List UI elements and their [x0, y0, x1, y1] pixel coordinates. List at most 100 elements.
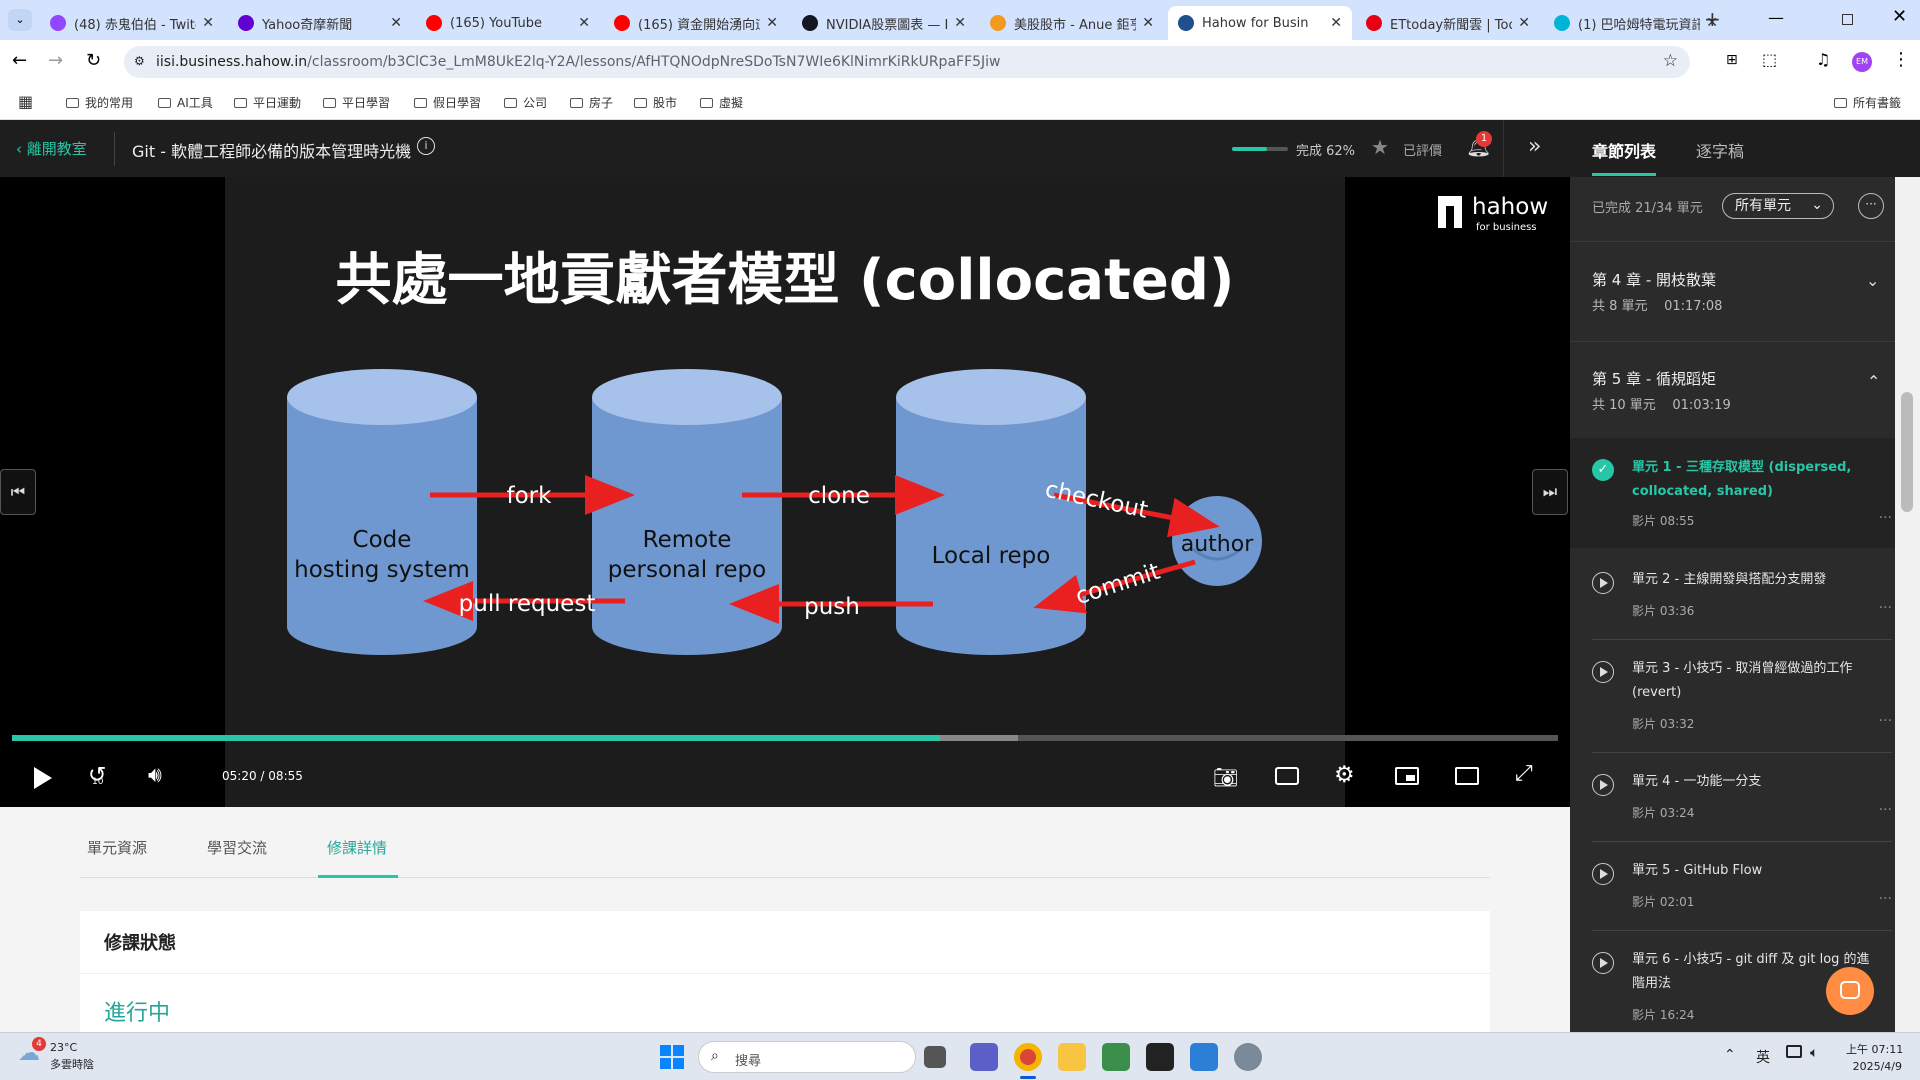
chat-support-button[interactable]: [1826, 967, 1874, 1015]
chapter-5[interactable]: 第 5 章 - 循規蹈矩 共 10 單元 01:03:19 ⌃: [1570, 342, 1920, 438]
network-icon[interactable]: [1786, 1045, 1802, 1058]
bookmark-folder[interactable]: 平日運動: [234, 94, 301, 111]
tab-close-icon[interactable]: ✕: [766, 15, 778, 31]
completed-count: 已完成 21/34 單元: [1592, 201, 1703, 216]
tab-close-icon[interactable]: ✕: [954, 15, 966, 31]
vscode-icon[interactable]: [1190, 1043, 1218, 1071]
browser-tab[interactable]: Yahoo奇摩新聞 ✕: [228, 6, 412, 40]
site-info-icon[interactable]: ⚙: [134, 54, 145, 68]
tab-close-icon[interactable]: ✕: [1142, 15, 1154, 31]
theater-mode-icon[interactable]: [1455, 767, 1479, 785]
weather-widget[interactable]: ☁ 4 23°C 多雲時陰: [18, 1037, 94, 1071]
restore-button[interactable]: [1842, 14, 1853, 25]
browser-tab[interactable]: 美股股市 - Anue 鉅亨 ✕: [980, 6, 1164, 40]
next-unit-button[interactable]: ⏭: [1532, 469, 1568, 515]
chrome-icon[interactable]: [1014, 1043, 1042, 1071]
fullscreen-icon[interactable]: ⤢: [1515, 761, 1533, 786]
unit-1[interactable]: ✓ 單元 1 - 三種存取模型 (dispersed, collocated, …: [1592, 456, 1892, 536]
tab-close-icon[interactable]: ✕: [1330, 15, 1342, 31]
tab-discussion[interactable]: 學習交流: [207, 837, 267, 858]
subtitles-icon[interactable]: [1275, 767, 1299, 785]
extensions-icon[interactable]: ⬚: [1762, 50, 1777, 69]
windows-start-icon[interactable]: [660, 1045, 684, 1069]
video-player[interactable]: 共處一地貢獻者模型 (collocated) Code hosting syst…: [0, 177, 1570, 807]
browser-tab[interactable]: (165) 資金開始湧向這 ✕: [604, 6, 788, 40]
all-bookmarks[interactable]: 所有書籤: [1834, 94, 1901, 111]
tab-search-button[interactable]: ⌄: [8, 9, 32, 31]
tab-close-icon[interactable]: ✕: [578, 15, 590, 31]
prev-unit-button[interactable]: ⏮: [0, 469, 36, 515]
browser-tab[interactable]: (165) YouTube ✕: [416, 6, 600, 40]
bookmark-folder[interactable]: 公司: [504, 94, 547, 111]
browser-tab[interactable]: (1) 巴哈姆特電玩資訊 ✕: [1544, 6, 1728, 40]
media-control-icon[interactable]: ♫: [1816, 50, 1830, 69]
collapse-sidebar-icon[interactable]: »: [1528, 134, 1541, 159]
speaker-icon[interactable]: 🔈︎: [1810, 1045, 1818, 1061]
unit-more-icon[interactable]: ···: [1879, 891, 1892, 907]
tab-resources[interactable]: 單元資源: [87, 837, 147, 858]
chapter-4[interactable]: 第 4 章 - 開枝散葉 共 8 單元 01:17:08 ⌄: [1570, 241, 1920, 341]
unit-filter-select[interactable]: 所有單元 ⌄: [1722, 193, 1834, 219]
clock[interactable]: 上午 07:11 2025/4/9: [1846, 1041, 1903, 1073]
sidebar-scrollbar[interactable]: [1895, 177, 1920, 1032]
file-explorer-icon[interactable]: [1058, 1043, 1086, 1071]
unit-2[interactable]: 單元 2 - 主線開發與搭配分支開發 影片 03:36 ···: [1592, 568, 1892, 628]
close-window-button[interactable]: ✕: [1892, 6, 1907, 27]
unit-more-icon[interactable]: ···: [1879, 510, 1892, 526]
picture-in-picture-icon[interactable]: [1395, 767, 1419, 785]
tab-close-icon[interactable]: ✕: [390, 15, 402, 31]
unit-3[interactable]: 單元 3 - 小技巧 - 取消曾經做過的工作 (revert) 影片 03:32…: [1592, 657, 1892, 737]
bookmark-folder[interactable]: AI工具: [158, 94, 213, 111]
bookmark-folder[interactable]: 平日學習: [323, 94, 390, 111]
unit-4[interactable]: 單元 4 - 一功能一分支 影片 03:24 ···: [1592, 770, 1892, 830]
bookmark-folder[interactable]: 假日學習: [414, 94, 481, 111]
settings-app-icon[interactable]: [1234, 1043, 1262, 1071]
tab-course-details[interactable]: 修課詳情: [327, 837, 387, 858]
tab-close-icon[interactable]: ✕: [1518, 15, 1530, 31]
unit-more-icon[interactable]: ···: [1879, 600, 1892, 616]
play-icon[interactable]: [34, 767, 52, 789]
spreadsheet-app-icon[interactable]: [1102, 1043, 1130, 1071]
info-icon[interactable]: i: [417, 137, 435, 155]
bookmark-star-icon[interactable]: ☆: [1663, 51, 1678, 71]
taskbar-search[interactable]: ⌕ 搜尋: [698, 1041, 916, 1073]
bookmark-folder[interactable]: 股市: [634, 94, 677, 111]
forward-icon[interactable]: →: [48, 50, 63, 71]
star-icon[interactable]: ★: [1371, 135, 1389, 159]
bookmark-folder[interactable]: 房子: [570, 94, 613, 111]
unit-more-icon[interactable]: ···: [1879, 802, 1892, 818]
browser-tab[interactable]: NVIDIA股票圖表 — I ✕: [792, 6, 976, 40]
terminal-icon[interactable]: [1146, 1043, 1174, 1071]
tray-chevron-up-icon[interactable]: ⌃: [1724, 1047, 1736, 1063]
browser-tab[interactable]: (48) 赤鬼伯伯 - Twitc ✕: [40, 6, 224, 40]
browser-menu-icon[interactable]: ⋮: [1892, 49, 1910, 70]
seek-bar[interactable]: [12, 735, 1558, 741]
tab-chapters[interactable]: 章節列表: [1592, 138, 1656, 162]
rated-label[interactable]: 已評價: [1403, 140, 1442, 159]
rewind-10-icon[interactable]: ↺ 10: [88, 763, 106, 788]
minimize-button[interactable]: —: [1768, 8, 1784, 27]
tab-transcript[interactable]: 逐字稿: [1696, 138, 1744, 162]
browser-tab[interactable]: ETtoday新聞雲 | Tod ✕: [1356, 6, 1540, 40]
reload-icon[interactable]: ↻: [86, 50, 101, 71]
ime-indicator[interactable]: 英: [1756, 1047, 1770, 1067]
leave-classroom-link[interactable]: ‹ 離開教室: [16, 138, 87, 159]
settings-gear-icon[interactable]: ⚙: [1334, 762, 1355, 788]
address-bar[interactable]: ⚙ iisi.business.hahow.in/classroom/b3ClC…: [124, 46, 1690, 78]
camera-icon[interactable]: 📷︎: [1213, 765, 1238, 789]
more-options-icon[interactable]: ···: [1858, 193, 1884, 219]
bookmark-folder[interactable]: 虛擬: [700, 94, 743, 111]
back-icon[interactable]: ←: [12, 50, 27, 71]
apps-grid-icon[interactable]: ▦: [18, 92, 33, 111]
translate-icon[interactable]: ⊞: [1726, 52, 1738, 68]
bookmark-folder[interactable]: 我的常用: [66, 94, 133, 111]
unit-5[interactable]: 單元 5 - GitHub Flow 影片 02:01 ···: [1592, 859, 1892, 919]
tab-close-icon[interactable]: ✕: [202, 15, 214, 31]
profile-avatar[interactable]: EM: [1852, 52, 1872, 72]
volume-icon[interactable]: 🔊︎: [148, 763, 162, 788]
new-tab-button[interactable]: +: [1704, 7, 1721, 31]
browser-tab[interactable]: Hahow for Busin ✕: [1168, 6, 1352, 40]
unit-more-icon[interactable]: ···: [1879, 713, 1892, 729]
teams-icon[interactable]: [970, 1043, 998, 1071]
task-view-icon[interactable]: [924, 1046, 946, 1068]
